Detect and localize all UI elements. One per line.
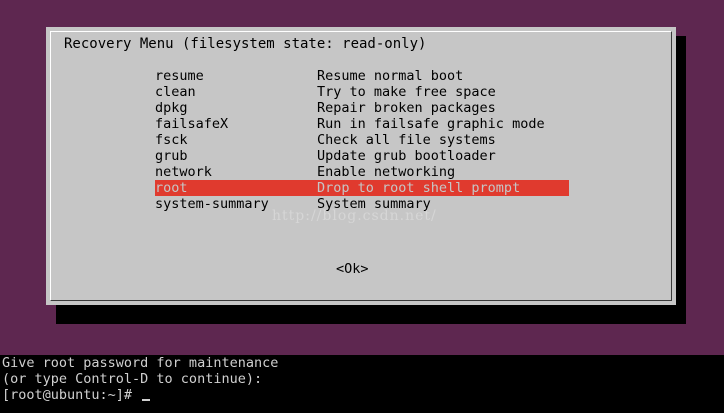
menu-item-desc: Run in failsafe graphic mode <box>317 116 545 132</box>
menu-item-resume[interactable]: resume Resume normal boot <box>155 68 569 84</box>
menu-item-key: failsafeX <box>155 116 229 132</box>
menu-item-key: network <box>155 164 212 180</box>
menu-item-fsck[interactable]: fsck Check all file systems <box>155 132 569 148</box>
console-line: Give root password for maintenance <box>2 355 279 371</box>
console: Give root password for maintenance (or t… <box>2 355 722 403</box>
menu-item-desc: Repair broken packages <box>317 100 496 116</box>
menu-item-key: grub <box>155 148 188 164</box>
shell-prompt-line[interactable]: [root@ubuntu:~]# <box>2 387 722 403</box>
recovery-menu: resume Resume normal boot clean Try to m… <box>155 68 569 212</box>
menu-item-key: clean <box>155 84 196 100</box>
menu-item-desc: Enable networking <box>317 164 456 180</box>
menu-item-failsafex[interactable]: failsafeX Run in failsafe graphic mode <box>155 116 569 132</box>
menu-item-key: root <box>155 180 188 196</box>
menu-item-key: dpkg <box>155 100 188 116</box>
menu-item-grub[interactable]: grub Update grub bootloader <box>155 148 569 164</box>
watermark: http://blog.csdn.net/ <box>272 208 437 224</box>
dialog-title: Recovery Menu (filesystem state: read-on… <box>64 36 427 52</box>
text-cursor <box>142 399 151 401</box>
menu-item-desc: Drop to root shell prompt <box>317 180 521 196</box>
menu-item-clean[interactable]: clean Try to make free space <box>155 84 569 100</box>
recovery-dialog: Recovery Menu (filesystem state: read-on… <box>46 27 676 305</box>
menu-item-dpkg[interactable]: dpkg Repair broken packages <box>155 100 569 116</box>
menu-item-key: system-summary <box>155 196 269 212</box>
shell-prompt: [root@ubuntu:~]# <box>2 387 141 403</box>
menu-item-desc: Update grub bootloader <box>317 148 496 164</box>
menu-item-key: resume <box>155 68 204 84</box>
menu-item-desc: Try to make free space <box>317 84 496 100</box>
menu-item-desc: Check all file systems <box>317 132 496 148</box>
menu-item-network[interactable]: network Enable networking <box>155 164 569 180</box>
ok-button[interactable]: <Ok> <box>336 261 369 277</box>
console-line: (or type Control-D to continue): <box>2 371 263 387</box>
menu-item-root[interactable]: root Drop to root shell prompt <box>155 180 569 196</box>
menu-item-desc: Resume normal boot <box>317 68 464 84</box>
menu-item-key: fsck <box>155 132 188 148</box>
